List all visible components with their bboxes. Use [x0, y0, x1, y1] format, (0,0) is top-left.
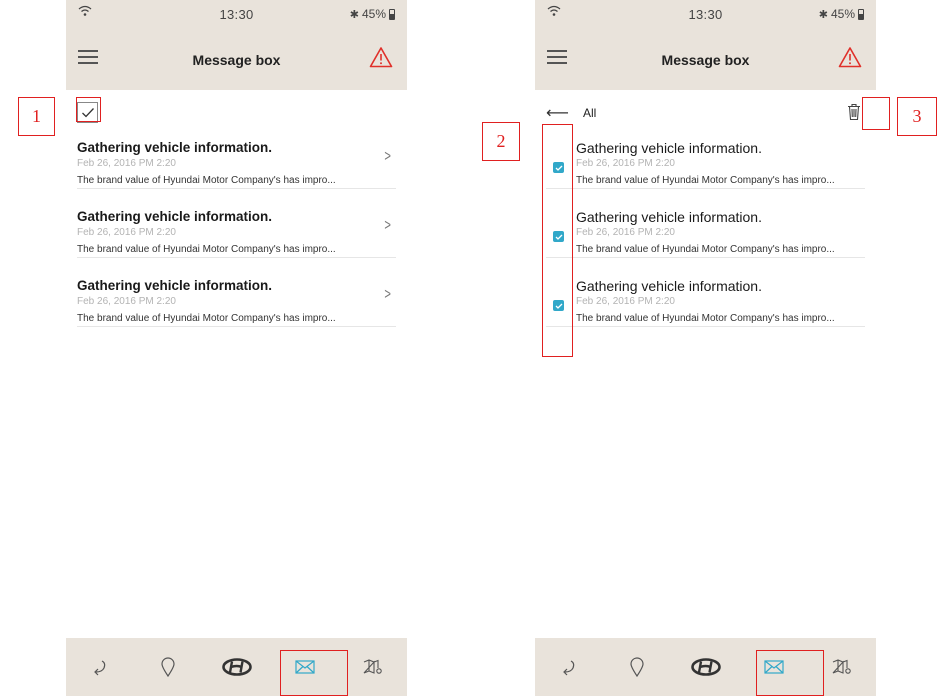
message-date: Feb 26, 2016 PM 2:20 — [576, 227, 675, 238]
annotation-box-delete-button — [862, 97, 890, 130]
message-date: Feb 26, 2016 PM 2:20 — [77, 158, 176, 169]
message-preview: The brand value of Hyundai Motor Company… — [77, 313, 336, 324]
message-item[interactable]: Gathering vehicle information. Feb 26, 2… — [546, 201, 865, 258]
battery-icon — [858, 8, 864, 20]
message-item[interactable]: Gathering vehicle information. Feb 26, 2… — [546, 270, 865, 327]
annotation-box-edit-button — [76, 97, 101, 122]
page-title: Message box — [192, 52, 281, 68]
bluetooth-icon: ✱ — [349, 8, 359, 21]
chevron-right-icon: > — [384, 286, 391, 303]
message-item[interactable]: Gathering vehicle information. Feb 26, 2… — [77, 132, 396, 189]
battery-indicator: ✱ 45% — [819, 7, 864, 21]
message-item[interactable]: Gathering vehicle information. Feb 26, 2… — [77, 270, 396, 327]
message-list-area: Gathering vehicle information. Feb 26, 2… — [66, 90, 407, 638]
message-preview: The brand value of Hyundai Motor Company… — [77, 175, 336, 186]
tab-return[interactable] — [535, 638, 603, 696]
title-bar: Message box — [535, 28, 876, 90]
annotation-label-3: 3 — [897, 97, 937, 136]
back-arrow-icon[interactable]: ⟵ — [546, 103, 569, 123]
message-list-area: ⟵ All Gathering vehicle information. Feb… — [535, 90, 876, 638]
message-date: Feb 26, 2016 PM 2:20 — [576, 158, 675, 169]
message-preview: The brand value of Hyundai Motor Company… — [576, 244, 835, 255]
select-all-row: ⟵ All — [546, 102, 596, 124]
delete-button[interactable] — [844, 100, 864, 124]
message-list: Gathering vehicle information. Feb 26, 2… — [546, 132, 865, 327]
message-title: Gathering vehicle information. — [77, 209, 273, 224]
message-title: Gathering vehicle information. — [576, 278, 762, 294]
return-icon — [563, 660, 575, 676]
tab-hyundai[interactable] — [202, 638, 270, 696]
tab-hyundai[interactable] — [671, 638, 739, 696]
tab-location[interactable] — [603, 638, 671, 696]
message-title: Gathering vehicle information. — [576, 209, 762, 225]
hyundai-logo-icon — [221, 658, 252, 676]
annotation-box-mail-tab-right — [756, 650, 824, 696]
annotation-label-1: 1 — [18, 97, 55, 136]
message-title: Gathering vehicle information. — [77, 278, 273, 293]
select-all-label[interactable]: All — [583, 106, 596, 120]
status-bar: 13:30 ✱ 45% — [535, 0, 876, 28]
message-date: Feb 26, 2016 PM 2:20 — [576, 296, 675, 307]
bluetooth-icon: ✱ — [818, 8, 828, 21]
annotation-box-checkboxes — [542, 124, 573, 357]
message-item[interactable]: Gathering vehicle information. Feb 26, 2… — [546, 132, 865, 189]
message-preview: The brand value of Hyundai Motor Company… — [77, 244, 336, 255]
annotation-box-mail-tab-left — [280, 650, 348, 696]
battery-icon — [389, 8, 395, 20]
location-pin-icon — [161, 657, 175, 677]
message-list: Gathering vehicle information. Feb 26, 2… — [77, 132, 396, 327]
battery-percent: 45% — [361, 7, 386, 21]
message-preview: The brand value of Hyundai Motor Company… — [576, 175, 835, 186]
chevron-right-icon: > — [384, 148, 391, 165]
map-icon — [363, 659, 382, 674]
tab-map[interactable] — [339, 638, 407, 696]
return-icon — [94, 660, 106, 676]
message-date: Feb 26, 2016 PM 2:20 — [77, 296, 176, 307]
message-preview: The brand value of Hyundai Motor Company… — [576, 313, 835, 324]
message-item[interactable]: Gathering vehicle information. Feb 26, 2… — [77, 201, 396, 258]
annotation-label-2: 2 — [482, 122, 520, 161]
title-bar: Message box — [66, 28, 407, 90]
location-pin-icon — [630, 657, 644, 677]
phone-screen-edit-mode: 13:30 ✱ 45% Message box ⟵ All Gathering … — [535, 0, 876, 696]
message-title: Gathering vehicle information. — [576, 140, 762, 156]
message-date: Feb 26, 2016 PM 2:20 — [77, 227, 176, 238]
battery-percent: 45% — [830, 7, 855, 21]
trash-icon — [848, 103, 860, 121]
message-title: Gathering vehicle information. — [77, 140, 273, 155]
bottom-tab-bar — [66, 638, 407, 696]
tab-return[interactable] — [66, 638, 134, 696]
map-icon — [832, 659, 851, 674]
phone-screen-normal: 13:30 ✱ 45% Message box Gathering vehicl… — [66, 0, 407, 696]
warning-icon[interactable] — [838, 46, 862, 68]
hyundai-logo-icon — [690, 658, 721, 676]
chevron-right-icon: > — [384, 217, 391, 234]
tab-location[interactable] — [134, 638, 202, 696]
battery-indicator: ✱ 45% — [350, 7, 395, 21]
bottom-tab-bar — [535, 638, 876, 696]
page-title: Message box — [661, 52, 750, 68]
status-bar: 13:30 ✱ 45% — [66, 0, 407, 28]
warning-icon[interactable] — [369, 46, 393, 68]
